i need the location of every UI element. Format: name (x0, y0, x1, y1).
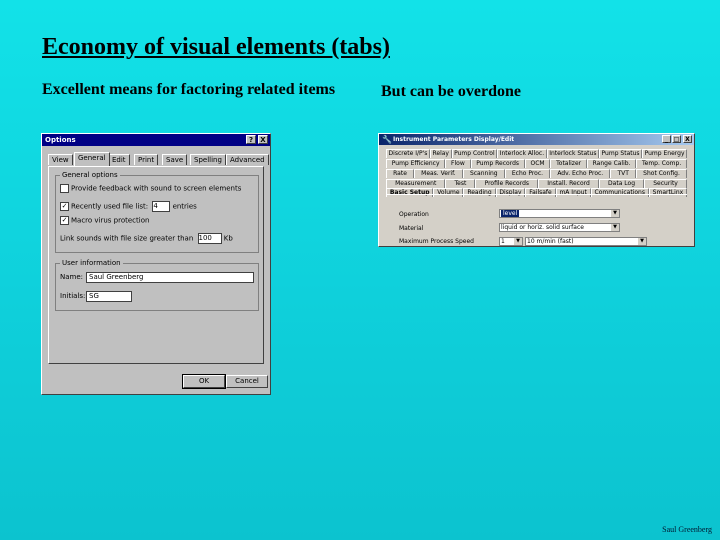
maximize-button[interactable]: □ (672, 135, 681, 143)
material-select[interactable]: liquid or horiz. solid surface ▼ (499, 223, 620, 232)
instrument-title: Instrument Parameters Display/Edit (393, 136, 515, 143)
instrument-tab[interactable]: Discrete I/P's (386, 149, 430, 158)
user-information-label: User information (60, 259, 123, 267)
options-title: Options (45, 136, 76, 144)
instrument-tab[interactable]: Adv. Echo Proc. (550, 169, 611, 178)
help-button[interactable]: ? (246, 135, 256, 144)
instrument-tab[interactable]: Echo Proc. (504, 169, 551, 178)
instrument-tab[interactable]: Scanning (462, 169, 505, 178)
general-options-label: General options (60, 171, 120, 179)
macro-virus-checkbox[interactable]: ✓ (60, 216, 69, 225)
options-dialog: Options ? X View General Edit Print Save… (41, 133, 271, 395)
max-speed-label: Maximum Process Speed (399, 238, 474, 245)
options-tab-strip: View General Edit Print Save Spelling Ad… (48, 152, 269, 166)
wrench-icon: 🔧 (382, 135, 392, 144)
material-label: Material (399, 225, 424, 232)
feedback-checkbox[interactable] (60, 184, 69, 193)
instrument-tab[interactable]: Install. Record (538, 179, 599, 188)
tab-print[interactable]: Print (134, 154, 159, 165)
entries-label: entries (172, 202, 197, 211)
instrument-tab[interactable]: Security (644, 179, 687, 188)
instrument-tab[interactable]: Interlock Status (546, 149, 599, 158)
tab-row: Pump Efficiency Flow Pump Records OCM Totali… (386, 159, 687, 168)
instrument-dialog: 🔧 Instrument Parameters Display/Edit _ □… (378, 133, 695, 247)
initials-field[interactable]: SG (86, 291, 132, 302)
tab-row: Rate Meas. Verif. Scanning Echo Proc. Adv. E… (386, 169, 687, 178)
chevron-down-icon: ▼ (611, 210, 619, 217)
instrument-tab[interactable]: Interlock Alloc. (497, 149, 547, 158)
feedback-row[interactable]: Provide feedback with sound to screen el… (60, 184, 241, 193)
max-speed-number[interactable]: 1 ▼ (499, 237, 523, 246)
name-label: Name: (60, 273, 84, 281)
instrument-tab[interactable]: Totalizer (550, 159, 587, 168)
name-field[interactable]: Saul Greenberg (86, 272, 254, 283)
tab-advanced[interactable]: Advanced (226, 154, 269, 165)
user-information-group: User information Name: Saul Greenberg In… (55, 259, 259, 311)
instrument-tab[interactable]: Pump Status (599, 149, 643, 158)
link-sounds-label: Link sounds with file size greater than (60, 234, 194, 243)
tab-general[interactable]: General (74, 152, 110, 166)
chevron-down-icon: ▼ (638, 238, 646, 245)
operation-value: level (501, 210, 520, 217)
instrument-titlebar: 🔧 Instrument Parameters Display/Edit _ □… (379, 134, 694, 145)
tab-row: Measurement Test Profile Records Install. R… (386, 179, 687, 188)
general-tab-pane: General options Provide feedback with so… (48, 166, 264, 364)
max-speed-select[interactable]: 10 m/min (fast) ▼ (525, 237, 647, 246)
left-caption: Excellent means for factoring related it… (42, 81, 336, 98)
recent-files-row: ✓ Recently used file list: 4 entries (60, 201, 197, 212)
ok-button[interactable]: OK (182, 374, 226, 389)
link-size-spinner[interactable]: 100 (197, 233, 222, 244)
minimize-button[interactable]: _ (662, 135, 671, 143)
right-caption: But can be overdone (381, 83, 521, 100)
instrument-close-button[interactable]: X (683, 135, 692, 143)
basic-setup-panel: Operation level ▼ Material liquid or hori… (386, 194, 687, 246)
tab-row: Discrete I/P's Relay Pump Control Interlock… (386, 149, 688, 158)
operation-select[interactable]: level ▼ (499, 209, 620, 218)
instrument-tab[interactable]: Range Calib. (586, 159, 637, 168)
footer-credit: Saul Greenberg (662, 525, 712, 534)
tab-spelling[interactable]: Spelling (190, 154, 226, 165)
instrument-tab[interactable]: Shot Config. (636, 169, 687, 178)
instrument-tab[interactable]: Meas. Verif. (414, 169, 463, 178)
feedback-label: Provide feedback with sound to screen el… (71, 184, 242, 193)
macro-virus-label: Macro virus protection (71, 216, 150, 225)
cancel-button[interactable]: Cancel (226, 375, 268, 388)
instrument-tab[interactable]: Pump Records (470, 159, 525, 168)
recent-count-spinner[interactable]: 4 (152, 201, 171, 212)
link-sounds-row: Link sounds with file size greater than … (60, 233, 233, 244)
macro-virus-row[interactable]: ✓ Macro virus protection (60, 216, 149, 225)
instrument-tab[interactable]: Temp. Comp. (636, 159, 687, 168)
instrument-tab[interactable]: OCM (524, 159, 551, 168)
options-titlebar: Options ? X (42, 134, 270, 146)
instrument-tab[interactable]: Pump Control (451, 149, 498, 158)
initials-label: Initials: (60, 292, 86, 300)
slide-title: Economy of visual elements (tabs) (42, 34, 390, 60)
recent-files-label: Recently used file list: (71, 202, 149, 211)
kb-label: Kb (223, 234, 233, 243)
general-options-group: General options Provide feedback with so… (55, 171, 259, 253)
chevron-down-icon: ▼ (514, 238, 522, 245)
instrument-tab[interactable]: Test (445, 179, 476, 188)
instrument-tab[interactable]: Pump Energy (642, 149, 688, 158)
close-button[interactable]: X (258, 135, 268, 144)
instrument-tab[interactable]: Flow (445, 159, 471, 168)
instrument-tab[interactable]: Relay (429, 149, 452, 158)
instrument-tab[interactable]: TVT (610, 169, 637, 178)
tab-save[interactable]: Save (162, 154, 188, 165)
instrument-tab[interactable]: Profile Records (475, 179, 539, 188)
tab-view[interactable]: View (48, 154, 73, 165)
max-speed-num-value: 1 (501, 238, 505, 245)
instrument-tab[interactable]: Pump Efficiency (386, 159, 446, 168)
recent-files-checkbox[interactable]: ✓ (60, 202, 69, 211)
material-value: liquid or horiz. solid surface (501, 224, 584, 231)
operation-label: Operation (399, 211, 429, 218)
chevron-down-icon: ▼ (611, 224, 619, 231)
tab-edit[interactable]: Edit (108, 154, 130, 165)
instrument-tab[interactable]: Rate (386, 169, 415, 178)
max-speed-value: 10 m/min (fast) (527, 238, 574, 245)
instrument-tab[interactable]: Measurement (386, 179, 446, 188)
instrument-tab[interactable]: Data Log (598, 179, 645, 188)
